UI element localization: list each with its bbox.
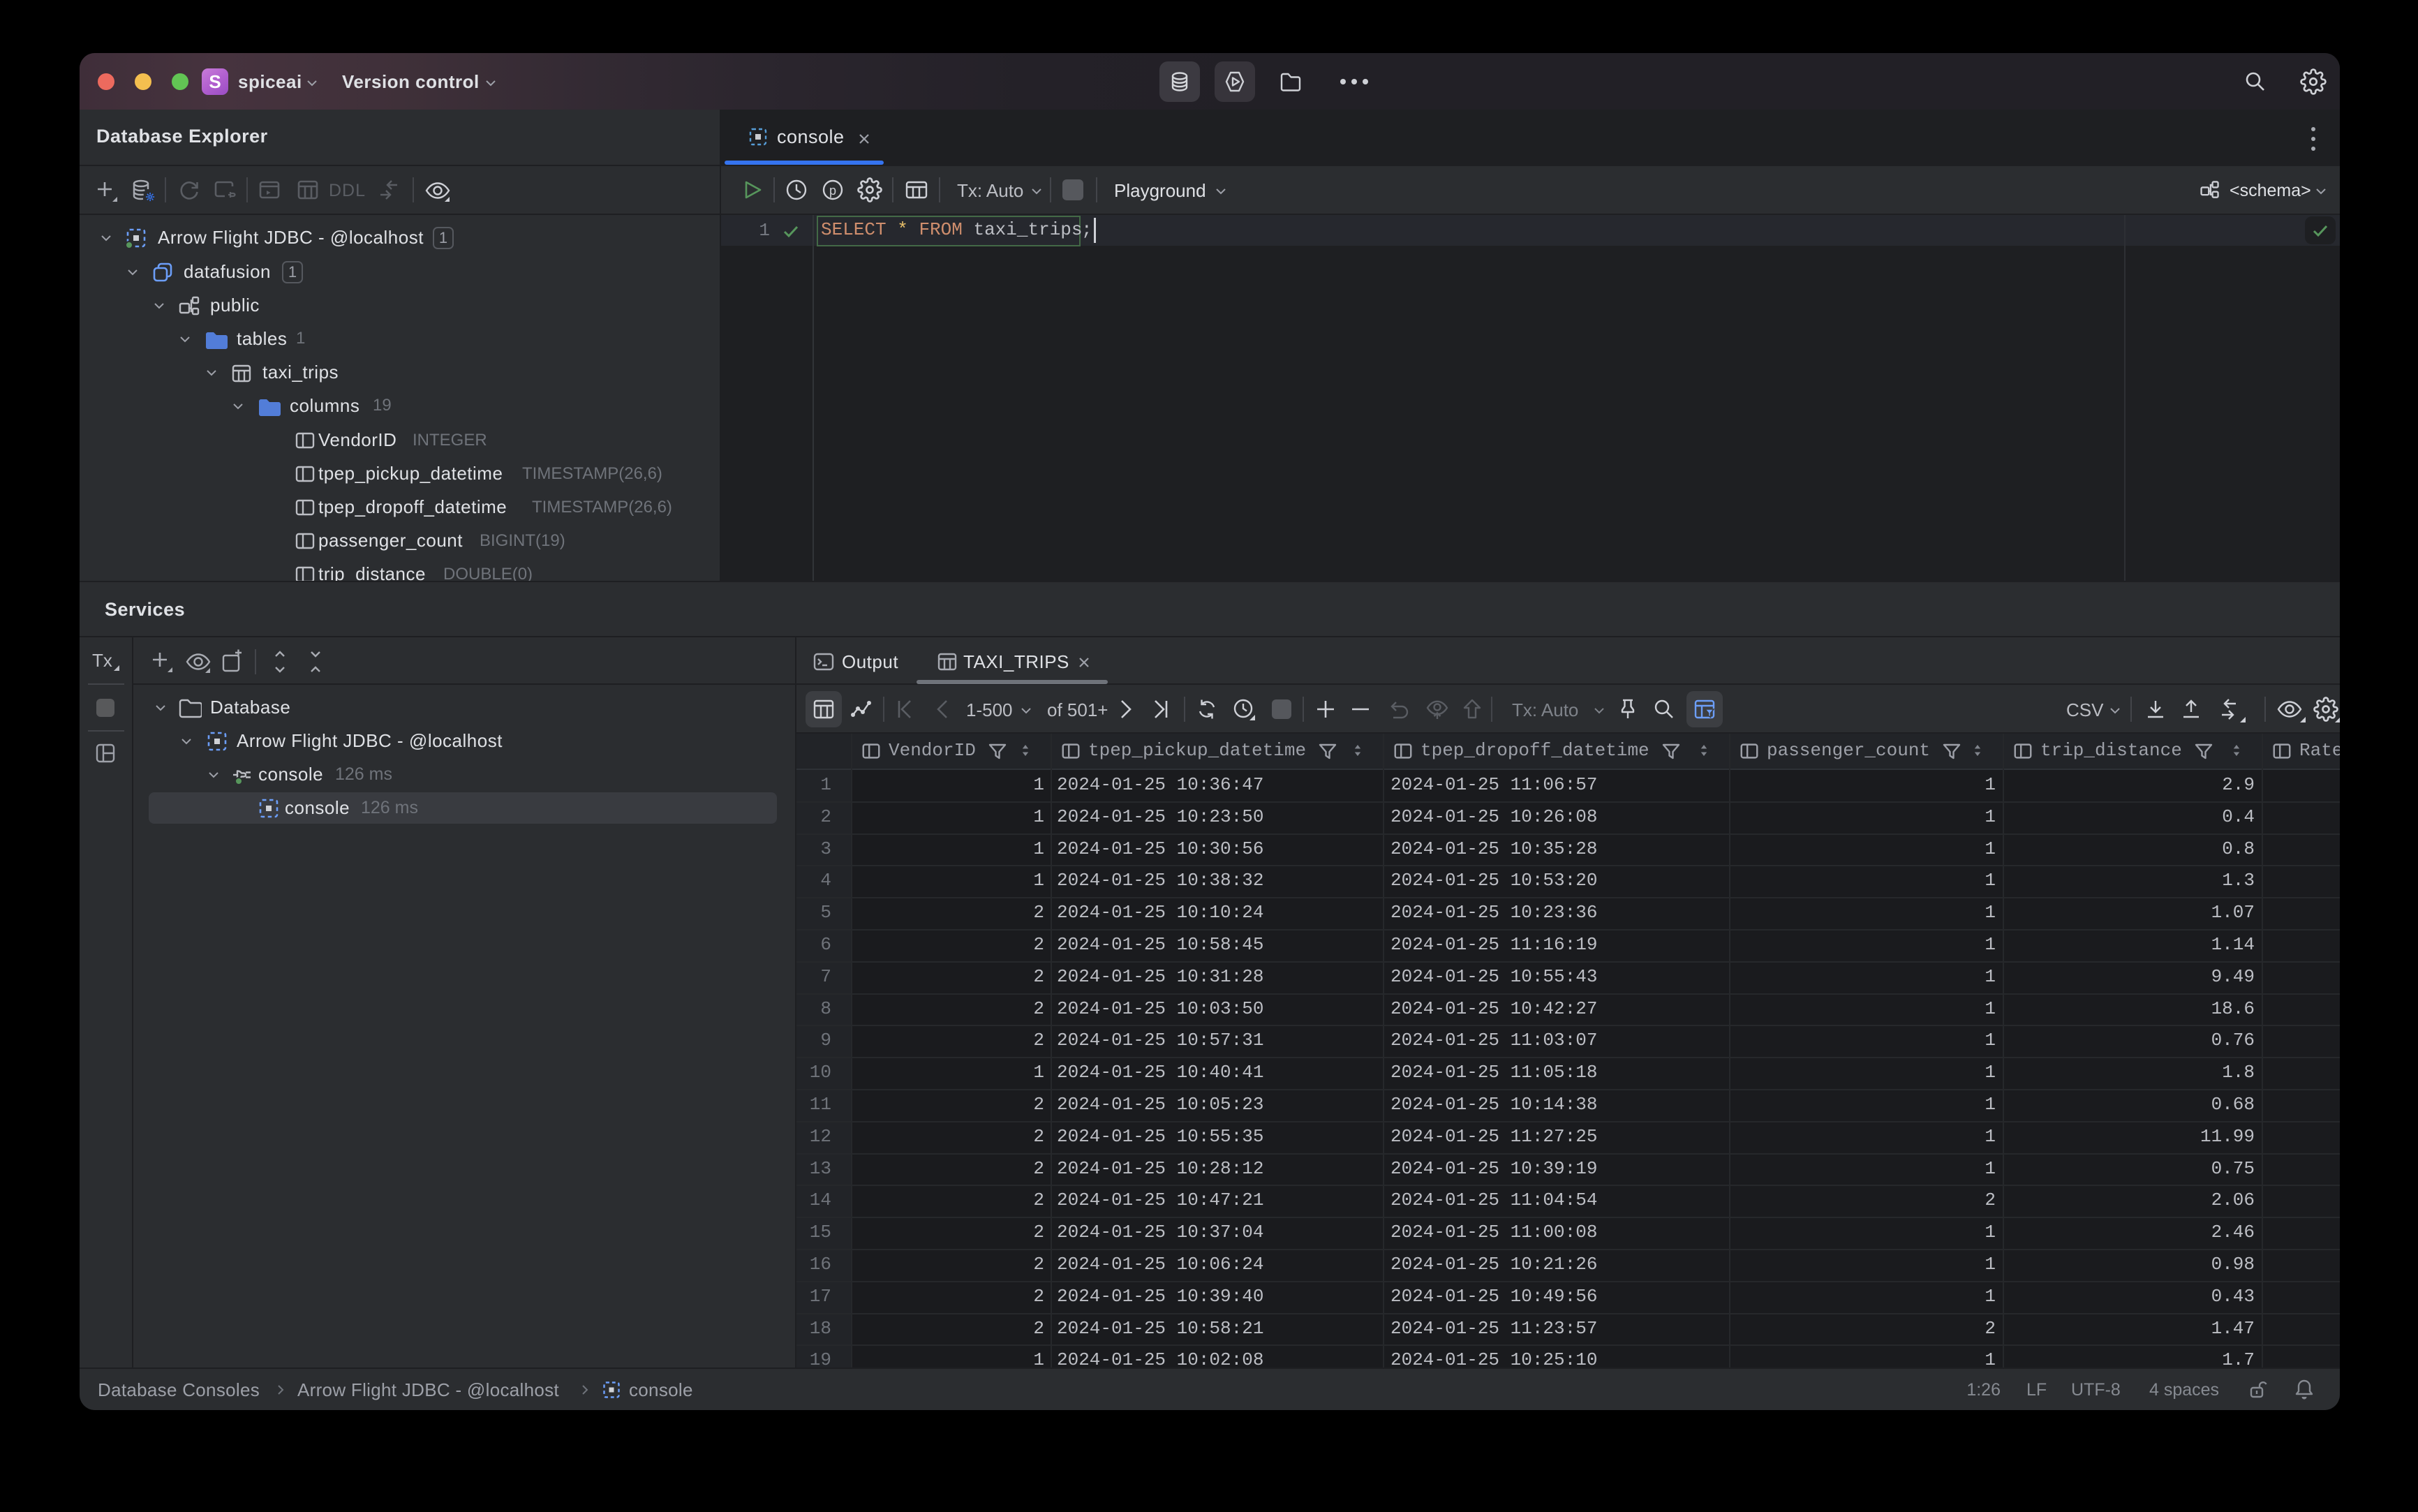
svg-text:p: p <box>829 184 836 198</box>
